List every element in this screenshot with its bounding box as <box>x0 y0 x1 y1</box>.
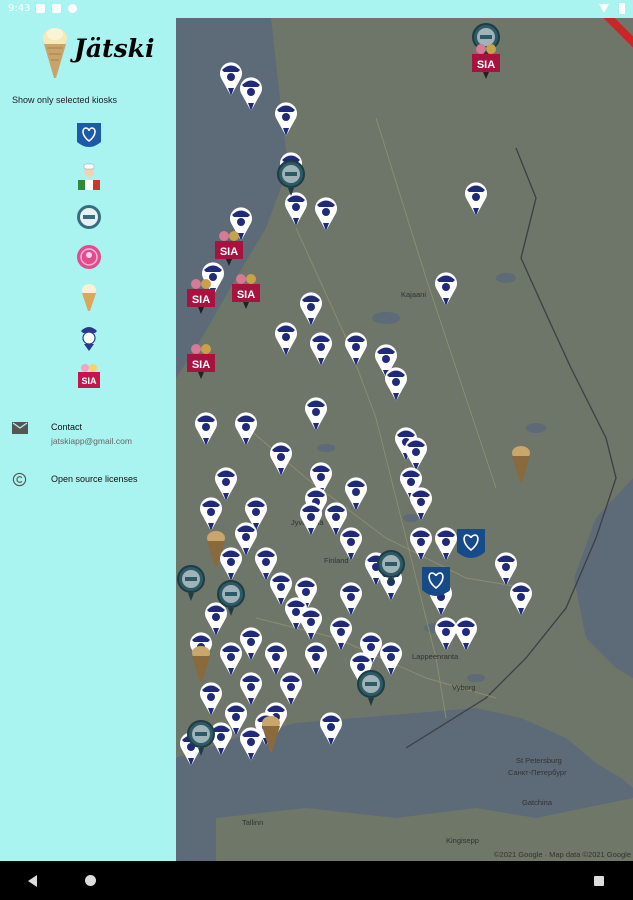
map-place-label: Lappeenranta <box>412 652 459 661</box>
svg-text:SIA: SIA <box>220 246 238 258</box>
app-title: Jätski <box>74 34 155 63</box>
status-bar: 9:43 <box>0 0 633 18</box>
penguin-kiosk-pin[interactable] <box>271 318 301 358</box>
ice-cream-brand-heart-icon <box>77 123 101 147</box>
svg-text:SIA: SIA <box>477 59 495 71</box>
penguin-kiosk-pin[interactable] <box>266 438 296 478</box>
cone-kiosk-pin[interactable] <box>186 643 216 683</box>
penguin-kiosk-pin[interactable] <box>341 328 371 368</box>
map-place-label: Kajaani <box>401 290 427 299</box>
svg-text:SIA: SIA <box>192 359 210 371</box>
seal-kiosk-pin[interactable] <box>186 718 216 758</box>
notification-icon <box>68 4 77 13</box>
contact-row[interactable]: Contact jatskiapp@gmail.com <box>0 418 176 454</box>
notification-icon <box>52 4 61 13</box>
penguin-kiosk-pin[interactable] <box>336 578 366 618</box>
home-icon[interactable] <box>85 875 96 886</box>
cone-kiosk-pin[interactable] <box>506 443 536 483</box>
pink-badge-kiosk-icon <box>77 245 101 269</box>
filter-label: Show only selected kiosks <box>12 95 118 105</box>
penguin-kiosk-pin[interactable] <box>296 603 326 643</box>
penguin-kiosk-pin[interactable] <box>316 708 346 748</box>
sia-kiosk-pin[interactable]: SIA <box>471 43 501 83</box>
map-place-label: Tallinn <box>242 818 264 827</box>
ice-cream-cone-icon <box>82 284 96 311</box>
penguin-kiosk-pin[interactable] <box>236 73 266 113</box>
map-place-label: Kingisepp <box>446 836 479 845</box>
map-view[interactable]: Kajaani Jyväskylä Finland Lappeenranta V… <box>176 18 633 861</box>
penguin-mascot-icon <box>81 327 97 351</box>
map-place-label: Gatchina <box>522 798 553 807</box>
licenses-title: Open source licenses <box>51 474 138 484</box>
kiosk-filter-pastry-chef[interactable] <box>76 162 102 192</box>
app-logo-icon <box>43 28 67 78</box>
svg-text:SIA: SIA <box>192 294 210 306</box>
notification-icon <box>36 4 45 13</box>
cone-kiosk-pin[interactable] <box>201 528 231 568</box>
map-place-label: Санкт-Петербург <box>508 768 567 777</box>
map-place-label: Vyborg <box>452 683 476 692</box>
penguin-kiosk-pin[interactable] <box>506 578 536 618</box>
sia-kiosk-pin[interactable]: SIA <box>186 343 216 383</box>
kiosk-filter-pink-badge[interactable] <box>76 242 102 272</box>
round-seal-kiosk-icon <box>77 205 101 229</box>
penguin-kiosk-pin[interactable] <box>311 193 341 233</box>
sia-kiosk-pin[interactable]: SIA <box>231 273 261 313</box>
sia-kiosk-pin[interactable]: SIA <box>214 230 244 270</box>
contact-email: jatskiapp@gmail.com <box>51 436 132 446</box>
map-place-label: St Petersburg <box>516 756 562 765</box>
copyright-icon <box>12 472 27 487</box>
cone-kiosk-pin[interactable] <box>256 713 286 753</box>
seal-kiosk-pin[interactable] <box>216 578 246 618</box>
svg-text:SIA: SIA <box>81 376 97 386</box>
licenses-row[interactable]: Open source licenses <box>0 470 176 506</box>
seal-kiosk-pin[interactable] <box>356 668 386 708</box>
back-icon[interactable] <box>28 875 37 887</box>
navigation-drawer: Jätski Show only selected kiosks SIA Con… <box>0 18 176 861</box>
kiosk-filter-ice-cream-cone[interactable] <box>76 282 102 312</box>
penguin-kiosk-pin[interactable] <box>301 393 331 433</box>
seal-kiosk-pin[interactable] <box>276 158 306 198</box>
kiosk-filter-sia[interactable]: SIA <box>76 362 102 392</box>
status-time: 9:43 <box>8 3 31 14</box>
kiosk-filter-round-seal[interactable] <box>76 202 102 232</box>
penguin-kiosk-pin[interactable] <box>406 483 436 523</box>
penguin-kiosk-pin[interactable] <box>196 493 226 533</box>
penguin-kiosk-pin[interactable] <box>451 613 481 653</box>
contact-title: Contact <box>51 422 83 432</box>
map-attribution: ©2021 Google · Map data ©2021 Google <box>494 850 631 859</box>
recents-icon[interactable] <box>594 876 604 886</box>
brand-kiosk-pin[interactable] <box>456 528 486 568</box>
penguin-kiosk-pin[interactable] <box>231 408 261 448</box>
kiosk-filter-penguin-mascot[interactable] <box>76 322 102 352</box>
penguin-kiosk-pin[interactable] <box>431 268 461 308</box>
sia-brand-icon: SIA <box>78 364 100 388</box>
penguin-kiosk-pin[interactable] <box>381 363 411 403</box>
pastry-chef-kiosk-icon <box>78 163 100 190</box>
mail-icon <box>12 422 28 434</box>
penguin-kiosk-pin[interactable] <box>271 98 301 138</box>
battery-icon <box>619 3 625 14</box>
wifi-icon <box>599 4 609 13</box>
sia-kiosk-pin[interactable]: SIA <box>186 278 216 318</box>
svg-text:SIA: SIA <box>237 289 255 301</box>
seal-kiosk-pin[interactable] <box>376 548 406 588</box>
penguin-kiosk-pin[interactable] <box>306 328 336 368</box>
system-navigation-bar <box>0 861 633 900</box>
penguin-kiosk-pin[interactable] <box>191 408 221 448</box>
seal-kiosk-pin[interactable] <box>176 563 206 603</box>
brand-kiosk-pin[interactable] <box>421 566 451 606</box>
kiosk-filter-brand-heart[interactable] <box>76 122 102 152</box>
penguin-kiosk-pin[interactable] <box>461 178 491 218</box>
